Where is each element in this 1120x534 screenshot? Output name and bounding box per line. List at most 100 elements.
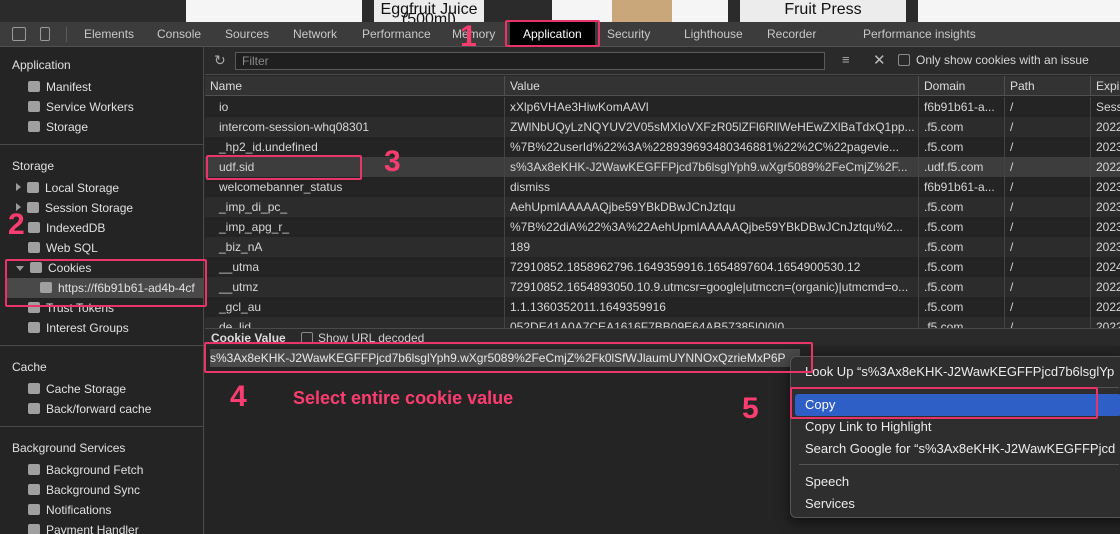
sidebar-item-notifications[interactable]: Notifications <box>28 500 111 520</box>
cell-domain: f6b91b61-a... <box>919 177 1005 197</box>
cell-domain: .f5.com <box>919 257 1005 277</box>
cell-domain: .f5.com <box>919 137 1005 157</box>
sidebar-item-payment-handler[interactable]: Payment Handler <box>28 520 139 534</box>
menu-item-look-up[interactable]: Look Up “s%3Ax8eKHK-J2WawKEGFFPjcd7b6lsg… <box>791 361 1120 383</box>
tab-network[interactable]: Network <box>293 22 337 46</box>
cell-domain: .f5.com <box>919 117 1005 137</box>
tab-lighthouse[interactable]: Lighthouse <box>684 22 743 46</box>
table-row[interactable]: _imp_di_pc_ AehUpmlAAAAAQjbe59YBkDBwJCnJz… <box>205 197 1120 217</box>
cell-value: ZWlNbUQyLzNQYUV2V05sMXloVXFzR05lZFl6RllW… <box>505 117 919 137</box>
menu-item-search-google[interactable]: Search Google for “s%3Ax8eKHK-J2WawKEGFF… <box>791 438 1120 460</box>
tab-console[interactable]: Console <box>157 22 201 46</box>
sidebar-item-background-sync[interactable]: Background Sync <box>28 480 140 500</box>
cell-path: / <box>1005 137 1091 157</box>
cell-value: dismiss <box>505 177 919 197</box>
cell-expires: 2023 <box>1096 220 1120 234</box>
tab-security[interactable]: Security <box>607 22 650 46</box>
cell-domain: .f5.com <box>919 217 1005 237</box>
inspect-element-icon[interactable] <box>12 27 26 41</box>
refresh-icon[interactable]: ↻ <box>214 52 226 69</box>
tab-sources[interactable]: Sources <box>225 22 269 46</box>
tab-recorder[interactable]: Recorder <box>767 22 816 46</box>
cell-value: xXlp6VHAe3HiwKomAAVl <box>505 97 919 117</box>
cell-expires: Sess <box>1096 100 1120 114</box>
annotation-note: Select entire cookie value <box>293 388 514 408</box>
column-domain[interactable]: Domain <box>919 76 1005 96</box>
column-name[interactable]: Name <box>205 76 505 96</box>
clear-filtered-icon[interactable]: ≡ <box>842 52 850 67</box>
sidebar-item-interest-groups[interactable]: Interest Groups <box>28 318 129 338</box>
menu-item-services[interactable]: Services <box>791 493 1120 515</box>
database-icon <box>28 242 40 253</box>
table-header: Name Value Domain Path Expi <box>205 76 1120 96</box>
sidebar-item-session-storage[interactable]: Session Storage <box>16 198 133 218</box>
tab-performance-insights[interactable]: Performance insights <box>863 22 976 46</box>
sync-icon <box>28 484 40 495</box>
sidebar-item-service-workers[interactable]: Service Workers <box>28 97 134 117</box>
cell-name: _gcl_au <box>205 297 505 317</box>
sidebar-item-background-fetch[interactable]: Background Fetch <box>28 460 143 480</box>
filter-input[interactable]: Filter <box>235 52 825 70</box>
database-icon <box>28 403 40 414</box>
annotation-box-udf-sid <box>206 155 362 180</box>
grid-icon <box>27 202 39 213</box>
column-expires[interactable]: Expi <box>1091 76 1120 96</box>
cell-path: / <box>1005 297 1091 317</box>
sidebar-item-bfcache[interactable]: Back/forward cache <box>28 399 151 419</box>
table-row[interactable]: _biz_nA 189 .f5.com/ 2023 <box>205 237 1120 257</box>
annotation-number-1: 1 <box>460 20 477 53</box>
cell-name: io <box>205 97 505 117</box>
sidebar-item-cache-storage[interactable]: Cache Storage <box>28 379 126 399</box>
cell-name: _imp_apg_r_ <box>205 217 505 237</box>
product-image <box>186 0 362 22</box>
menu-item-speech[interactable]: Speech <box>791 471 1120 493</box>
cell-name: _hp2_id.undefined <box>205 137 505 157</box>
annotation-box-copy <box>790 387 1098 419</box>
annotation-number-3: 3 <box>384 145 401 178</box>
annotation-box-cookies <box>5 259 207 307</box>
table-row[interactable]: io xXlp6VHAe3HiwKomAAVl f6b91b61-a... / Sess <box>205 97 1120 117</box>
cell-path: / <box>1005 217 1091 237</box>
table-row[interactable]: __utmz 72910852.1654893050.10.9.utmcsr=go… <box>205 277 1120 297</box>
device-toolbar-icon[interactable] <box>40 27 50 41</box>
cell-path: / <box>1005 197 1091 217</box>
arrows-icon <box>28 464 40 475</box>
sidebar-item-storage[interactable]: Storage <box>28 117 88 137</box>
sidebar-item-manifest[interactable]: Manifest <box>28 77 91 97</box>
tab-elements[interactable]: Elements <box>84 22 134 46</box>
delete-selected-icon[interactable]: ✕ <box>873 51 886 69</box>
only-issue-checkbox[interactable] <box>898 54 910 66</box>
cell-path: / <box>1005 97 1091 117</box>
table-row[interactable]: welcomebanner_status dismiss f6b91b61-a...… <box>205 177 1120 197</box>
table-row[interactable]: _gcl_au 1.1.1360352011.1649359916 .f5.com /… <box>205 297 1120 317</box>
table-row[interactable]: _imp_apg_r_ %7B%22diA%22%3A%22AehUpmlAAAA… <box>205 217 1120 237</box>
column-path[interactable]: Path <box>1005 76 1091 96</box>
cookie-table: Name Value Domain Path Expi io xXlp6VHAe3… <box>205 76 1120 328</box>
cell-name: welcomebanner_status <box>205 177 505 197</box>
cell-name: __utma <box>205 257 505 277</box>
section-background-services: Background Services <box>12 441 126 455</box>
product-title: Eggfruit Juice (500ml) <box>374 0 484 22</box>
column-value[interactable]: Value <box>505 76 919 96</box>
cell-expires: 2023 <box>1096 140 1120 154</box>
table-row[interactable]: _hp2_id.undefined %7B%22userId%22%3A%2289… <box>205 137 1120 157</box>
sidebar-item-local-storage[interactable]: Local Storage <box>16 178 119 198</box>
section-cache: Cache <box>12 360 47 374</box>
database-icon <box>28 121 40 132</box>
tab-performance[interactable]: Performance <box>362 22 431 46</box>
table-row[interactable]: __utma 72910852.1858962796.1649359916.165… <box>205 257 1120 277</box>
table-row[interactable]: de_lid 052DE41A0A7CEA1616F7BB09E64AB57385… <box>205 317 1120 328</box>
cell-name: intercom-session-whq08301 <box>205 117 505 137</box>
cell-expires: 2023 <box>1096 240 1120 254</box>
section-divider <box>0 144 203 145</box>
grid-icon <box>27 182 39 193</box>
sidebar-item-web-sql[interactable]: Web SQL <box>28 238 98 258</box>
expand-arrow-icon[interactable] <box>16 183 21 191</box>
database-icon <box>28 322 40 333</box>
table-row[interactable]: intercom-session-whq08301 ZWlNbUQyLzNQYUV… <box>205 117 1120 137</box>
only-issue-label: Only show cookies with an issue <box>916 53 1089 67</box>
sidebar-item-indexeddb[interactable]: IndexedDB <box>28 218 105 238</box>
menu-item-copy-link-to-highlight[interactable]: Copy Link to Highlight <box>791 416 1120 438</box>
bell-icon <box>28 504 40 515</box>
cell-path: / <box>1005 257 1091 277</box>
